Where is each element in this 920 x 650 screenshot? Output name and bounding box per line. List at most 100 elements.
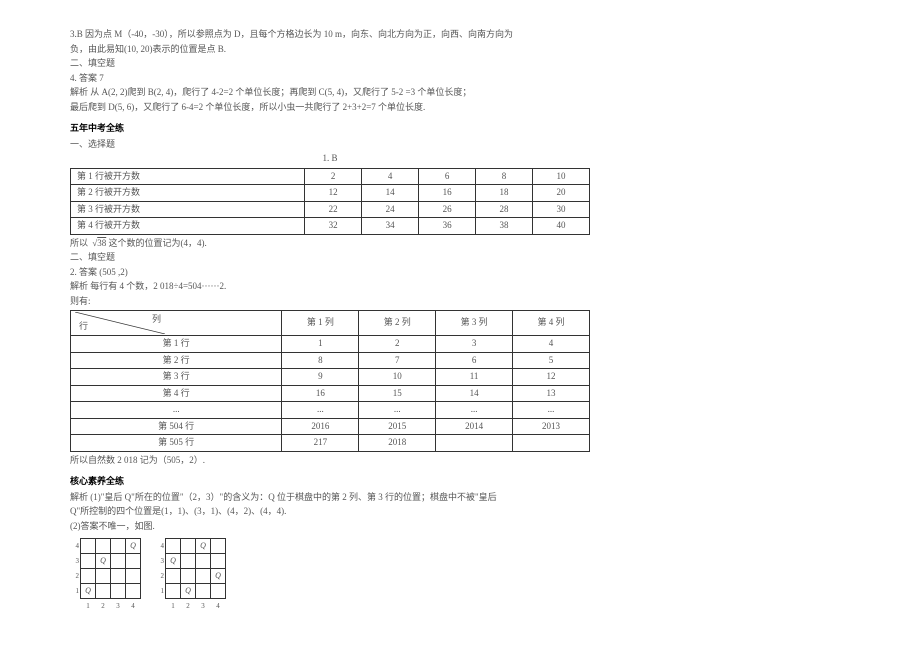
cell: 6 xyxy=(419,168,476,185)
row-header: 第 3 行 xyxy=(71,369,282,386)
line: 二、填空题 xyxy=(70,57,850,71)
cell: 26 xyxy=(419,201,476,218)
cell: 7 xyxy=(359,352,436,369)
sq xyxy=(111,584,126,599)
cell: 32 xyxy=(305,218,362,235)
row-num: 1 xyxy=(70,584,81,599)
col-num: 1 xyxy=(166,599,181,614)
row-num: 3 xyxy=(155,554,166,569)
sq: Q xyxy=(96,554,111,569)
row-header: 第 504 行 xyxy=(71,418,282,435)
cell: 10 xyxy=(359,369,436,386)
row-num: 4 xyxy=(70,539,81,554)
cell xyxy=(436,435,513,452)
sq xyxy=(126,569,141,584)
cell: 15 xyxy=(359,385,436,402)
diag-col-label: 列 xyxy=(152,313,161,327)
sq xyxy=(111,569,126,584)
cell xyxy=(513,435,590,452)
line: 3.B 因为点 M（-40，-30），所以参照点为 D，且每个方格边长为 10 … xyxy=(70,28,850,42)
table-row: 第 2 行被开方数 12 14 16 18 20 xyxy=(71,185,590,202)
table-row: 第 4 行被开方数 32 34 36 38 40 xyxy=(71,218,590,235)
col-header: 第 3 列 xyxy=(436,311,513,336)
cell: 16 xyxy=(282,385,359,402)
sq xyxy=(81,569,96,584)
cell: 2016 xyxy=(282,418,359,435)
cell: 13 xyxy=(513,385,590,402)
line: (2)答案不唯一，如图. xyxy=(70,520,850,534)
col-header: 第 4 列 xyxy=(513,311,590,336)
sq xyxy=(181,569,196,584)
cell: 2018 xyxy=(359,435,436,452)
col-num: 2 xyxy=(181,599,196,614)
board-1: 4Q 3Q 2 1Q 1234 xyxy=(70,538,141,613)
cell: 2013 xyxy=(513,418,590,435)
cell: 217 xyxy=(282,435,359,452)
table-row: 第 505 行2172018 xyxy=(71,435,590,452)
cell: 16 xyxy=(419,185,476,202)
sq xyxy=(181,554,196,569)
sq xyxy=(81,554,96,569)
line: 所以 √38 这个数的位置记为(4，4). xyxy=(70,237,850,251)
line: 负，由此易知(10, 20)表示的位置是点 B. xyxy=(70,43,850,57)
table-row: 列 行 第 1 列 第 2 列 第 3 列 第 4 列 xyxy=(71,311,590,336)
line: 则有: xyxy=(70,295,850,309)
col-num: 3 xyxy=(196,599,211,614)
cell: 36 xyxy=(419,218,476,235)
cell: 18 xyxy=(476,185,533,202)
sq xyxy=(111,554,126,569)
sq: Q xyxy=(81,584,96,599)
sq xyxy=(111,539,126,554)
cell: 28 xyxy=(476,201,533,218)
line: 1. B xyxy=(70,152,590,166)
cell: 4 xyxy=(362,168,419,185)
line: 最后爬到 D(5, 6)，又爬行了 6-4=2 个单位长度，所以小虫一共爬行了 … xyxy=(70,101,850,115)
cell: ... xyxy=(436,402,513,419)
row-header: 第 4 行 xyxy=(71,385,282,402)
cell: ... xyxy=(282,402,359,419)
sq xyxy=(166,569,181,584)
sq xyxy=(126,584,141,599)
sq xyxy=(211,539,226,554)
col-num: 4 xyxy=(126,599,141,614)
cell: 8 xyxy=(476,168,533,185)
row-header: 第 2 行被开方数 xyxy=(71,185,305,202)
cell: 22 xyxy=(305,201,362,218)
sq xyxy=(196,584,211,599)
sq xyxy=(81,539,96,554)
sq xyxy=(96,569,111,584)
row-num: 2 xyxy=(70,569,81,584)
cell: 8 xyxy=(282,352,359,369)
row-header: ... xyxy=(71,402,282,419)
diag-row-label: 行 xyxy=(79,320,88,334)
line: 解析 从 A(2, 2)爬到 B(2, 4)，爬行了 4-2=2 个单位长度；再… xyxy=(70,86,850,100)
line: 解析 (1)"皇后 Q"所在的位置"（2，3）"的含义为：Q 位于棋盘中的第 2… xyxy=(70,491,850,505)
text: 所以 xyxy=(70,238,88,248)
sq xyxy=(196,554,211,569)
line: 解析 每行有 4 个数，2 018÷4=504······2. xyxy=(70,280,850,294)
cell: 24 xyxy=(362,201,419,218)
cell: 20 xyxy=(533,185,590,202)
col-num: 3 xyxy=(111,599,126,614)
table-row: 第 2 行8765 xyxy=(71,352,590,369)
row-header: 第 3 行被开方数 xyxy=(71,201,305,218)
cell: 14 xyxy=(436,385,513,402)
col-num: 1 xyxy=(81,599,96,614)
cell: 4 xyxy=(513,336,590,353)
table-row: ............... xyxy=(71,402,590,419)
row-num: 2 xyxy=(155,569,166,584)
col-header: 第 1 列 xyxy=(282,311,359,336)
sq xyxy=(211,554,226,569)
sq: Q xyxy=(126,539,141,554)
cell: 9 xyxy=(282,369,359,386)
cell: 12 xyxy=(513,369,590,386)
col-header: 第 2 列 xyxy=(359,311,436,336)
sq: Q xyxy=(196,539,211,554)
table-row: 第 1 行1234 xyxy=(71,336,590,353)
cell: 38 xyxy=(476,218,533,235)
table-row: 第 1 行被开方数 2 4 6 8 10 xyxy=(71,168,590,185)
line: 所以自然数 2 018 记为（505，2）. xyxy=(70,454,850,468)
table-row: 第 504 行2016201520142013 xyxy=(71,418,590,435)
text: 这个数的位置记为(4，4). xyxy=(108,238,206,248)
cell: 2 xyxy=(359,336,436,353)
